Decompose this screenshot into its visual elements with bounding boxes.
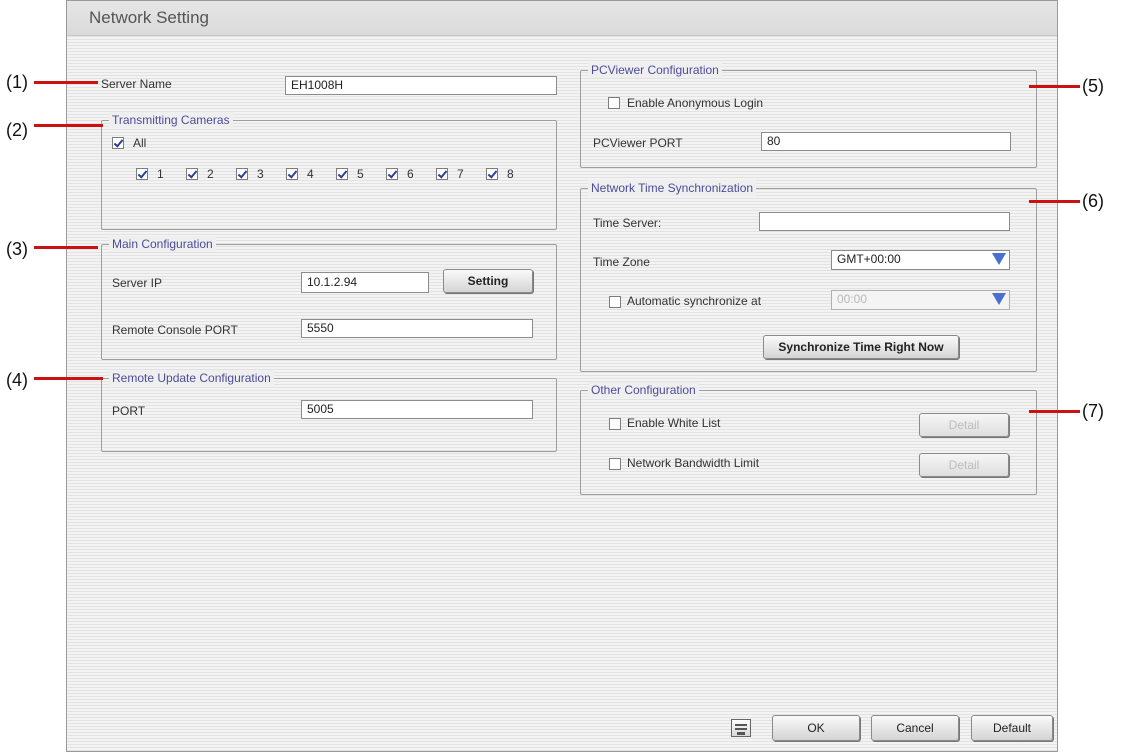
callout-line-6 [1029, 200, 1080, 203]
automatic-synchronize-time-select[interactable]: 00:00 [831, 290, 1010, 310]
remote-update-group: Remote Update Configuration PORT 5005 [101, 370, 557, 452]
pcviewer-port-input[interactable]: 80 [761, 132, 1011, 151]
default-button[interactable]: Default [971, 715, 1053, 741]
other-configuration-group: Other Configuration Enable White List De… [580, 382, 1037, 495]
network-time-sync-group: Network Time Synchronization Time Server… [580, 180, 1037, 372]
callout-1: (1) [6, 72, 28, 92]
callout-2: (2) [6, 120, 28, 140]
checkbox-checked-icon[interactable] [186, 168, 198, 180]
window-title: Network Setting [89, 8, 209, 27]
callout-line-4 [34, 377, 103, 380]
callout-line-5 [1029, 85, 1080, 88]
dropdown-arrow-icon[interactable] [992, 253, 1006, 265]
pcviewer-configuration-group: PCViewer Configuration Enable Anonymous … [580, 62, 1037, 168]
bandwidth-detail-button[interactable]: Detail [919, 453, 1009, 477]
camera-7-label: 7 [457, 167, 464, 181]
checkbox-checked-icon[interactable] [336, 168, 348, 180]
time-zone-value: GMT+00:00 [837, 252, 901, 266]
remote-update-port-label: PORT [112, 404, 146, 418]
transmitting-cameras-legend: Transmitting Cameras [109, 112, 233, 128]
enable-white-list-checkbox[interactable] [609, 418, 621, 430]
main-configuration-group: Main Configuration Server IP 10.1.2.94 S… [101, 236, 557, 360]
server-ip-field[interactable]: 10.1.2.94 [301, 272, 429, 293]
remote-update-legend: Remote Update Configuration [109, 370, 274, 386]
network-bandwidth-limit-label: Network Bandwidth Limit [627, 456, 760, 470]
callout-5: (5) [1082, 76, 1104, 96]
remote-console-port-label: Remote Console PORT [112, 323, 238, 337]
server-name-input[interactable]: EH1008H [285, 76, 557, 95]
checkbox-checked-icon[interactable] [236, 168, 248, 180]
network-bandwidth-limit-checkbox[interactable] [609, 458, 621, 470]
title-bar: Network Setting [67, 1, 1057, 36]
checkbox-checked-icon[interactable] [386, 168, 398, 180]
automatic-synchronize-checkbox[interactable] [609, 296, 621, 308]
automatic-synchronize-label: Automatic synchronize at [627, 294, 762, 308]
camera-2-label: 2 [207, 167, 214, 181]
cancel-button[interactable]: Cancel [871, 715, 959, 741]
enable-white-list-label: Enable White List [627, 416, 721, 430]
camera-8-label: 8 [507, 167, 514, 181]
setting-button[interactable]: Setting [443, 269, 533, 293]
checkbox-checked-icon[interactable] [486, 168, 498, 180]
camera-6-label: 6 [407, 167, 414, 181]
callout-line-3 [34, 246, 98, 249]
callout-3: (3) [6, 239, 28, 259]
camera-1-label: 1 [157, 167, 164, 181]
camera-all-label: All [133, 136, 147, 150]
automatic-synchronize-time-value: 00:00 [837, 292, 868, 306]
other-configuration-legend: Other Configuration [588, 382, 699, 398]
enable-anonymous-login-label: Enable Anonymous Login [627, 96, 764, 110]
remote-console-port-input[interactable]: 5550 [301, 319, 533, 338]
time-server-label: Time Server: [593, 216, 662, 230]
time-server-input[interactable] [759, 212, 1010, 231]
checkbox-checked-icon[interactable] [286, 168, 298, 180]
time-zone-label: Time Zone [593, 255, 650, 269]
ok-button[interactable]: OK [772, 715, 860, 741]
server-ip-label: Server IP [112, 276, 163, 290]
transmitting-cameras-group: Transmitting Cameras All 1 2 3 4 5 6 7 8 [101, 112, 557, 230]
checkbox-checked-icon[interactable] [436, 168, 448, 180]
keyboard-icon[interactable] [731, 719, 751, 737]
dropdown-arrow-icon[interactable] [992, 293, 1006, 305]
enable-anonymous-login-checkbox[interactable] [608, 97, 620, 109]
main-configuration-legend: Main Configuration [109, 236, 216, 252]
pcviewer-port-label: PCViewer PORT [593, 136, 683, 150]
remote-update-port-input[interactable]: 5005 [301, 400, 533, 419]
callout-line-1 [34, 81, 98, 84]
checkbox-checked-icon[interactable] [112, 137, 124, 149]
camera-3-label: 3 [257, 167, 264, 181]
callout-line-2 [34, 124, 103, 127]
camera-5-label: 5 [357, 167, 364, 181]
callout-4: (4) [6, 370, 28, 390]
server-name-label: Server Name [101, 77, 172, 91]
pcviewer-configuration-legend: PCViewer Configuration [588, 62, 722, 78]
callout-line-7 [1029, 410, 1080, 413]
checkbox-checked-icon[interactable] [136, 168, 148, 180]
network-setting-window: Network Setting Server Name EH1008H Tran… [66, 0, 1058, 752]
synchronize-now-button[interactable]: Synchronize Time Right Now [763, 335, 959, 359]
time-zone-select[interactable]: GMT+00:00 [831, 250, 1010, 270]
network-time-sync-legend: Network Time Synchronization [588, 180, 757, 196]
callout-7: (7) [1082, 401, 1104, 421]
white-list-detail-button[interactable]: Detail [919, 413, 1009, 437]
camera-4-label: 4 [307, 167, 314, 181]
callout-6: (6) [1082, 191, 1104, 211]
